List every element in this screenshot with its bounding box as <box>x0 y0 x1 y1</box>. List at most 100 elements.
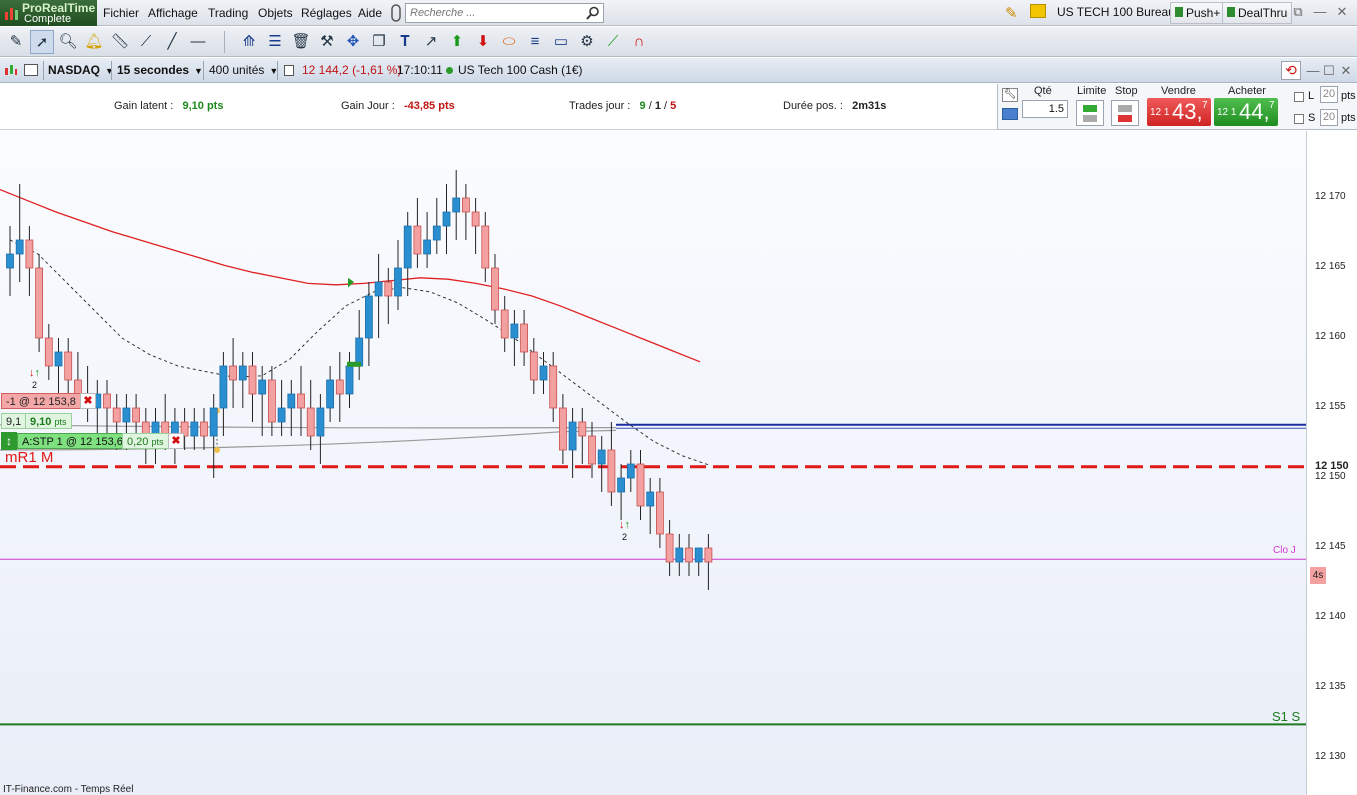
search-icon[interactable] <box>586 6 600 20</box>
candle-up <box>452 197 461 213</box>
price-change: (-1,61 %) <box>352 63 402 77</box>
segment-icon[interactable]: ⟋ <box>134 30 158 54</box>
channel-icon[interactable]: ≡ <box>523 30 547 54</box>
pencil-icon[interactable]: ✎ <box>4 30 28 54</box>
app-logo[interactable]: ProRealTime Complete <box>0 0 97 26</box>
menu-fichier[interactable]: Fichier <box>103 6 139 20</box>
zoom-icon[interactable]: 🔍︎ <box>56 30 80 54</box>
candle-up <box>326 379 335 409</box>
text-icon[interactable]: 𝐓 <box>393 30 417 54</box>
menu-reglages[interactable]: Réglages <box>301 6 352 20</box>
menu-aide[interactable]: Aide <box>358 6 382 20</box>
last-price: 12 144,2 <box>302 63 349 77</box>
dealthru-button[interactable]: DealThru <box>1222 2 1293 24</box>
sell-button[interactable]: 12 1 43, 7 <box>1147 98 1211 126</box>
sell-arrow-icon[interactable]: ⬇ <box>471 30 495 54</box>
rectangle-icon[interactable]: ▭ <box>549 30 573 54</box>
timeframe-selector[interactable]: 15 secondes ▼ <box>117 61 203 80</box>
limit-sell-icon <box>1083 115 1097 122</box>
refresh-icon[interactable]: ⟲ <box>1281 61 1301 80</box>
menu-trading[interactable]: Trading <box>208 6 248 20</box>
limit-distance-input[interactable]: 20 <box>1320 86 1338 103</box>
candle-down <box>297 393 305 409</box>
limit-order-button[interactable] <box>1076 100 1104 126</box>
ruler-icon[interactable]: 📏︎ <box>108 30 132 54</box>
tools-icon[interactable]: ⚒ <box>315 30 339 54</box>
move-icon[interactable]: ✥ <box>341 30 365 54</box>
buy-price-main: 44, <box>1239 99 1270 124</box>
brush-icon[interactable]: ✎ <box>1005 4 1018 22</box>
candle-up <box>15 239 24 255</box>
drag-stop-icon[interactable]: ↕ <box>1 432 17 450</box>
wrench-icon[interactable]: 🔧︎ <box>1002 88 1018 102</box>
candles-icon[interactable] <box>4 64 18 78</box>
stop-distance-input[interactable]: 20 <box>1320 109 1338 126</box>
link-window-icon[interactable] <box>24 64 38 76</box>
live-status-icon <box>446 67 453 74</box>
close-icon[interactable]: ✕ <box>1334 4 1350 20</box>
minimize-icon[interactable]: — <box>1312 4 1328 20</box>
pen-draw-icon[interactable]: ⟋ <box>601 30 625 54</box>
candle-up <box>403 225 412 269</box>
line-icon[interactable]: ╱ <box>160 30 184 54</box>
properties-icon[interactable]: ⚙ <box>575 30 599 54</box>
menu-affichage[interactable]: Affichage <box>148 6 198 20</box>
price-axis[interactable]: 12 130 12 135 12 140 12 145 12 150 12 155 12 1… <box>1273 131 1357 795</box>
trash-icon[interactable]: 🗑︎ <box>289 30 313 54</box>
link-icon[interactable] <box>390 4 402 22</box>
limit-checkbox[interactable] <box>1294 92 1304 102</box>
buy-button[interactable]: 12 1 44, 7 <box>1214 98 1278 126</box>
units-label: 400 unités <box>209 63 265 77</box>
minimize-chart-icon[interactable]: — <box>1305 63 1321 79</box>
search-box[interactable] <box>405 3 604 23</box>
copy-icon[interactable]: ❐ <box>367 30 391 54</box>
candle-down <box>306 407 315 437</box>
push-button[interactable]: Push+ <box>1170 2 1226 24</box>
restore-icon[interactable]: ⧉ <box>1290 4 1306 20</box>
close-position-icon[interactable]: ✖ <box>80 393 96 409</box>
search-input[interactable] <box>406 4 576 22</box>
candle-up <box>539 365 548 381</box>
menu-objets[interactable]: Objets <box>258 6 293 20</box>
stop-checkbox[interactable] <box>1294 114 1304 124</box>
candle-down <box>74 379 82 395</box>
quantity-input[interactable]: 1.5 <box>1022 100 1068 118</box>
stop-order-button[interactable] <box>1111 100 1139 126</box>
flag-icon[interactable] <box>1030 4 1046 18</box>
price-chart[interactable]: 12 130 12 135 12 140 12 145 12 150 12 155 12 1… <box>0 131 1357 795</box>
cancel-stop-icon[interactable]: ✖ <box>168 433 184 449</box>
position-tag[interactable]: -1 @ 12 153,8 <box>1 393 81 409</box>
trades-neutral: 1 <box>654 100 661 112</box>
candle-up <box>394 267 402 297</box>
candle-up <box>238 365 247 381</box>
alert-bell-icon[interactable]: 🔔︎ <box>82 30 106 54</box>
stop-buy-icon <box>1118 105 1132 112</box>
candle-down <box>413 225 422 255</box>
arrow-icon[interactable]: ↗ <box>419 30 443 54</box>
candle-down <box>481 225 490 269</box>
gain-latent-label: Gain latent : <box>114 100 174 112</box>
keyboard-icon[interactable] <box>1002 108 1018 120</box>
maximize-chart-icon[interactable]: ☐ <box>1321 63 1337 79</box>
stop-pts-label: pts <box>1341 112 1356 124</box>
info-icon[interactable] <box>284 65 294 76</box>
horizontal-line-icon[interactable]: — <box>186 30 210 54</box>
ellipse-icon[interactable]: ⬭ <box>497 30 521 54</box>
candle-down <box>704 547 713 563</box>
header-separator <box>111 61 112 80</box>
cursor-icon[interactable]: ➚ <box>30 30 54 54</box>
acheter-label: Acheter <box>1228 85 1266 97</box>
close-chart-icon[interactable]: ✕ <box>1338 63 1354 79</box>
candlestick-plot[interactable] <box>0 131 1306 795</box>
candle-down <box>25 239 34 269</box>
workspace-selector[interactable]: US TECH 100 Bureau <box>1053 2 1179 24</box>
buy-arrow-icon[interactable]: ⬆ <box>445 30 469 54</box>
magnet-icon[interactable]: ∩ <box>627 30 651 54</box>
fib-retracement-icon[interactable]: ☰ <box>263 30 287 54</box>
market-selector[interactable]: NASDAQ ▼ <box>48 61 114 80</box>
header-separator <box>277 61 278 80</box>
stop-order-tag[interactable]: A:STP 1 @ 12 153,6 <box>17 433 128 449</box>
fib-fan-icon[interactable]: ⟰ <box>237 30 261 54</box>
units-selector[interactable]: 400 unités ▼ <box>209 61 278 80</box>
candle-up <box>646 491 655 507</box>
